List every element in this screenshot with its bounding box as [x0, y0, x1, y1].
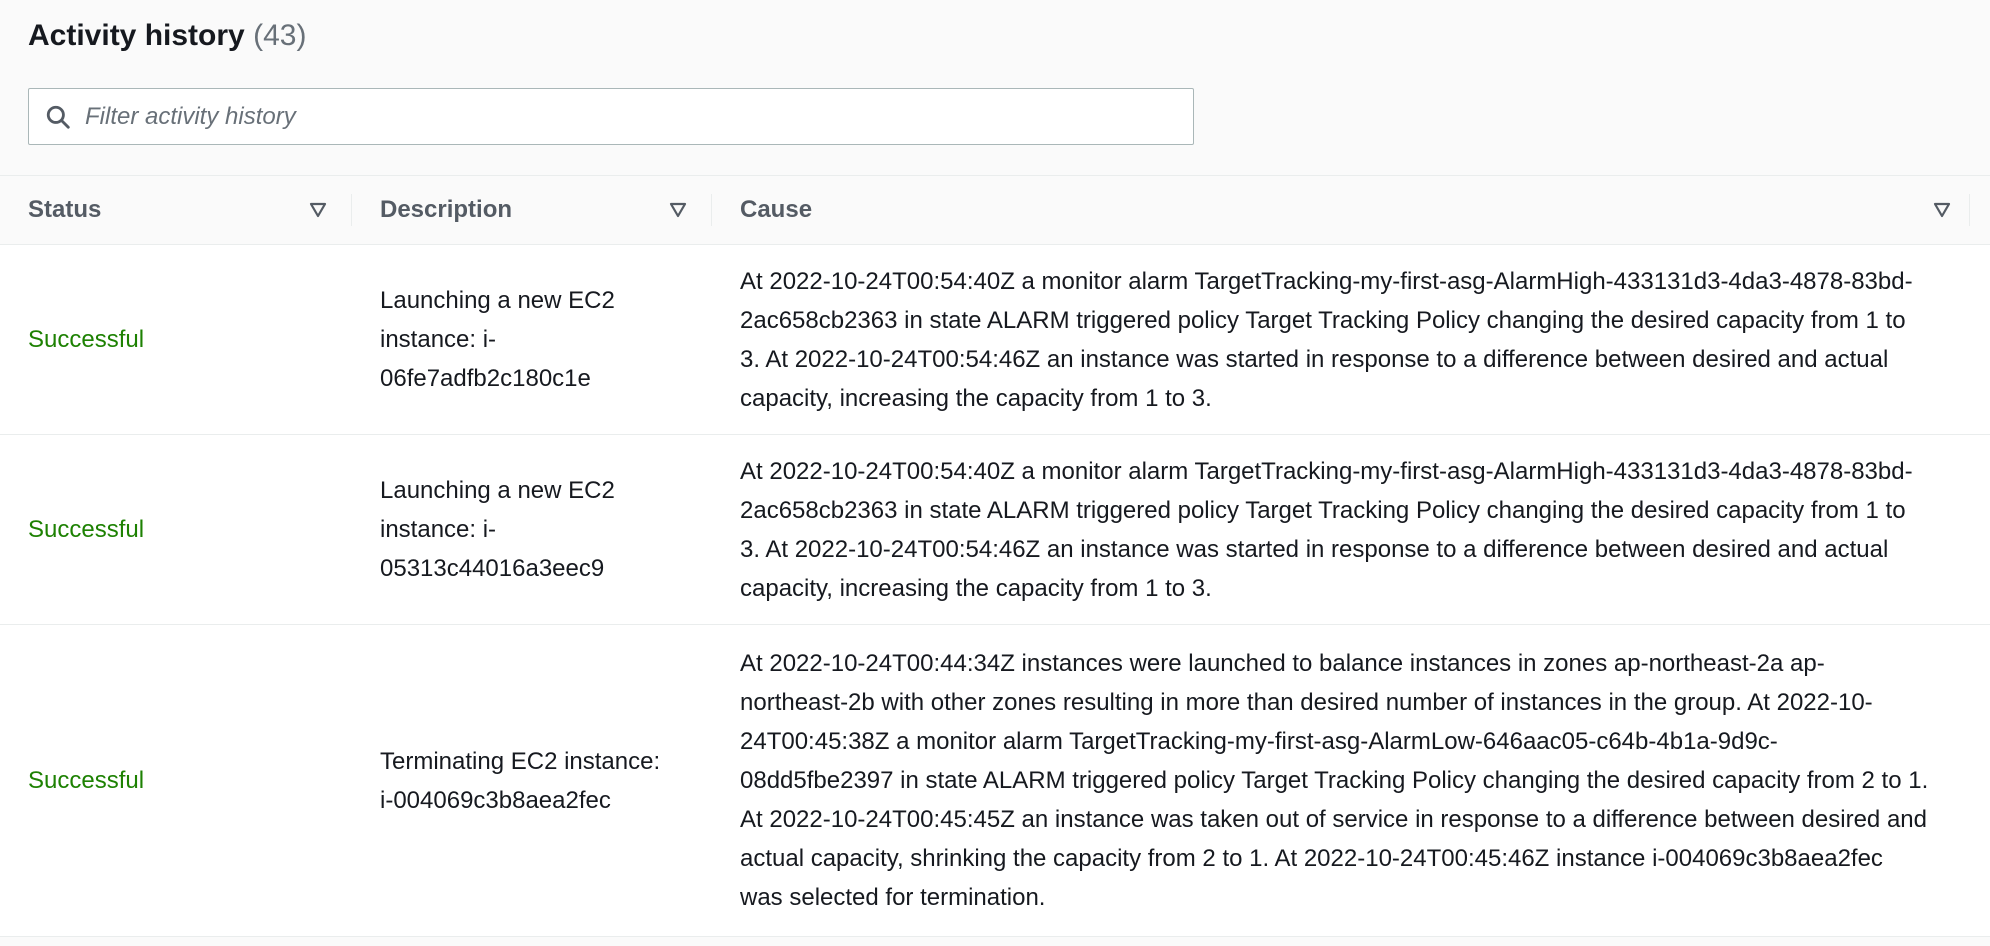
status-cell: Successful	[28, 767, 145, 794]
column-header-description[interactable]: Description	[352, 176, 712, 245]
table-row: Successful Terminating EC2 instance: i-0…	[0, 624, 1990, 937]
column-divider[interactable]	[1969, 194, 1970, 226]
cause-cell: At 2022-10-24T00:54:40Z a monitor alarm …	[740, 267, 1913, 412]
status-cell: Successful	[28, 516, 145, 543]
column-label: Status	[28, 196, 102, 223]
column-label: Description	[380, 196, 513, 223]
panel-header: Activity history (43)	[0, 0, 1990, 175]
search-box[interactable]	[28, 88, 1194, 145]
column-header-cause[interactable]: Cause	[712, 176, 1990, 245]
table-row: Successful Launching a new EC2 instance:…	[0, 244, 1990, 435]
description-cell: Launching a new EC2 instance: i-05313c44…	[380, 477, 615, 582]
cause-cell: At 2022-10-24T00:44:34Z instances were l…	[740, 650, 1929, 911]
sort-triangle-icon[interactable]	[668, 200, 688, 220]
search-icon	[46, 105, 70, 129]
activity-count: (43)	[253, 19, 307, 52]
activity-table: Status Description Cause Successful Laun…	[0, 175, 1990, 937]
column-label: Cause	[740, 196, 813, 223]
status-cell: Successful	[28, 326, 145, 353]
activity-history-panel: Activity history (43) Status	[0, 0, 1990, 946]
filter-input[interactable]	[85, 102, 1165, 131]
column-header-status[interactable]: Status	[0, 176, 352, 245]
sort-triangle-icon[interactable]	[308, 200, 328, 220]
description-cell: Launching a new EC2 instance: i-06fe7adf…	[380, 287, 615, 392]
table-header-row: Status Description Cause	[0, 175, 1990, 245]
page-title: Activity history (43)	[28, 18, 1962, 54]
description-cell: Terminating EC2 instance: i-004069c3b8ae…	[380, 747, 661, 814]
title-text: Activity history	[28, 19, 245, 52]
table-row: Successful Launching a new EC2 instance:…	[0, 434, 1990, 625]
sort-triangle-icon[interactable]	[1932, 200, 1952, 220]
cause-cell: At 2022-10-24T00:54:40Z a monitor alarm …	[740, 457, 1913, 602]
